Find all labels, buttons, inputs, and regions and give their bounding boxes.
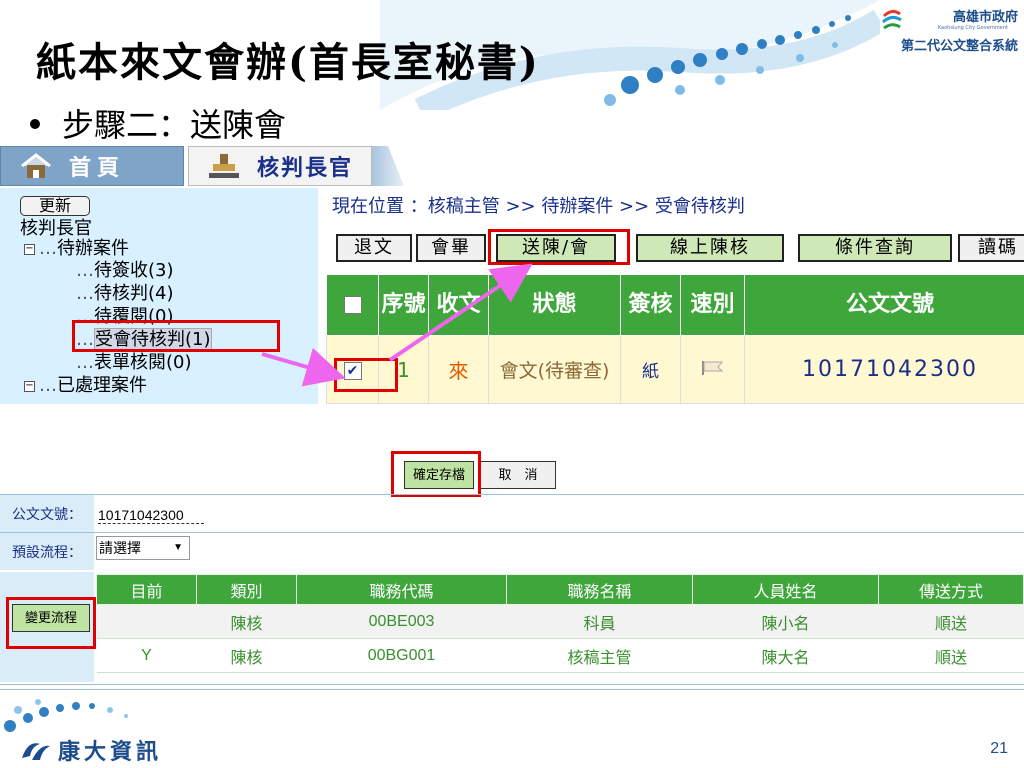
highlight-row-checkbox xyxy=(334,358,398,392)
table-row[interactable]: ✔ 1 來 會文(待審查) 紙 10171042300 xyxy=(326,335,1024,404)
cell-current: Y xyxy=(96,638,197,673)
highlight-consult-judge xyxy=(72,320,280,352)
tab-judge-label: 核判長官 xyxy=(257,156,354,181)
tree-connector: … xyxy=(76,352,94,373)
table-row[interactable]: Y 陳核 00BG001 核稿主管 陳大名 順送 xyxy=(96,638,1024,673)
company-logo: 康大資訊 xyxy=(18,734,162,766)
bullet-dot xyxy=(30,118,40,129)
cell-type: 陳核 xyxy=(196,604,297,639)
flow-select-value: 請選擇 xyxy=(99,540,141,556)
cell-current xyxy=(96,604,197,639)
flow-label: 預設流程： xyxy=(0,533,94,570)
doc-no-value: 10171042300 xyxy=(98,507,204,524)
highlight-save-button xyxy=(391,451,481,497)
slide-bullet: 步驟二：送陳會 xyxy=(30,100,286,146)
collapse-icon[interactable]: − xyxy=(24,243,35,255)
flow-header-row: 目前 類別 職務代碼 職務名稱 人員姓名 傳送方式 xyxy=(96,574,1024,605)
tree-connector: … xyxy=(76,260,94,281)
highlight-change-flow xyxy=(6,597,96,649)
cell-status: 會文(待審查) xyxy=(488,335,621,404)
cell-type: 陳核 xyxy=(196,638,297,673)
page-number: 21 xyxy=(990,740,1008,757)
select-all-checkbox[interactable] xyxy=(343,296,362,315)
company-name: 康大資訊 xyxy=(58,740,163,765)
tree-item-label: 待簽收(3) xyxy=(94,260,174,281)
refresh-button[interactable]: 更新 xyxy=(20,196,90,216)
col-sign: 簽核 xyxy=(620,273,681,337)
cell-post-name: 核稿主管 xyxy=(506,638,693,673)
tree-item-label: 表單核閱(0) xyxy=(94,352,192,373)
return-button[interactable]: 退文 xyxy=(336,234,412,262)
cell-post-name: 科員 xyxy=(506,604,693,639)
col-recv: 收文 xyxy=(428,273,489,337)
tab-judge[interactable]: 核判長官 xyxy=(188,146,372,186)
tab-bar: 首頁 核判長官 xyxy=(0,144,1024,188)
col-person: 人員姓名 xyxy=(692,574,879,605)
col-seq: 序號 xyxy=(378,273,429,337)
tree-connector: … xyxy=(39,238,57,259)
flow-select[interactable]: 請選擇 ▼ xyxy=(96,536,190,560)
cell-send-mode: 順送 xyxy=(878,604,1024,639)
tree-done-label: 已處理案件 xyxy=(57,375,147,396)
doc-no-text: 10171042300 xyxy=(98,507,204,524)
tab-edge xyxy=(372,146,404,186)
col-type: 類別 xyxy=(196,574,297,605)
col-send-mode: 傳送方式 xyxy=(878,574,1024,605)
cell-speed xyxy=(680,335,745,404)
tab-home[interactable]: 首頁 xyxy=(0,146,184,186)
col-status: 狀態 xyxy=(488,273,621,337)
stamp-icon xyxy=(209,154,239,178)
bullet-text: 步驟二：送陳會 xyxy=(62,106,287,144)
cell-post-code: 00BE003 xyxy=(296,604,507,639)
bottom-divider xyxy=(0,684,1024,690)
tree-connector: … xyxy=(39,375,57,396)
house-icon xyxy=(21,153,51,178)
cell-person: 陳小名 xyxy=(692,604,879,639)
select-all-header[interactable] xyxy=(326,273,379,337)
screenshot-inbox: 首頁 核判長官 更新 核判長官 − …待辦案件 …待簽收(3) …待核判(4) …… xyxy=(0,144,1024,404)
cell-sign: 紙 xyxy=(620,335,681,404)
cell-person: 陳大名 xyxy=(692,638,879,673)
tree-connector: … xyxy=(76,283,94,304)
main-panel: 現在位置 ：核稿主管 >> 待辦案件 >> 受會待核判 退文 會畢 送陳/會 線… xyxy=(318,188,1024,404)
kaohsiung-emblem-icon xyxy=(882,9,902,30)
col-speed: 速別 xyxy=(680,273,745,337)
kaohsiung-logo: 高雄市政府 Kaohsiung City Government 第二代公文整合系… xyxy=(858,6,1018,66)
read-code-button[interactable]: 讀碼 xyxy=(958,234,1024,262)
cell-send-mode: 順送 xyxy=(878,638,1024,673)
flow-table: 目前 類別 職務代碼 職務名稱 人員姓名 傳送方式 陳核 00BE003 科員 … xyxy=(96,574,1024,673)
company-swirl-icon xyxy=(22,743,50,760)
col-doc-no: 公文文號 xyxy=(744,273,1024,337)
online-approval-button[interactable]: 線上陳核 xyxy=(636,234,784,262)
condition-query-button[interactable]: 條件查詢 xyxy=(798,234,952,262)
collapse-icon[interactable]: − xyxy=(24,380,35,392)
pending-table: 序號 收文 狀態 簽核 速別 公文文號 ✔ 1 來 會文(待審查) 紙 1017… xyxy=(326,273,1024,404)
table-row[interactable]: 陳核 00BE003 科員 陳小名 順送 xyxy=(96,604,1024,639)
col-current: 目前 xyxy=(96,574,197,605)
flag-icon xyxy=(701,360,723,375)
sidebar-tree: 更新 核判長官 − …待辦案件 …待簽收(3) …待核判(4) …待覆閱(0) …… xyxy=(0,188,318,404)
highlight-send-button xyxy=(488,229,630,265)
slide-title: 紙本來文會辦(首長室秘書) xyxy=(36,39,540,86)
doc-no-label: 公文文號： xyxy=(0,495,94,532)
breadcrumb: 現在位置 ：核稿主管 >> 待辦案件 >> 受會待核判 xyxy=(332,196,745,217)
doc-no-row: 公文文號： 10171042300 xyxy=(0,494,1024,532)
cell-doc-no[interactable]: 10171042300 xyxy=(744,335,1024,404)
logo-system: 第二代公文整合系統 xyxy=(900,39,1018,54)
table-header-row: 序號 收文 狀態 簽核 速別 公文文號 xyxy=(326,273,1024,337)
col-post-code: 職務代碼 xyxy=(296,574,507,605)
flow-row: 預設流程： 請選擇 ▼ xyxy=(0,532,1024,570)
tab-home-label: 首頁 xyxy=(69,156,126,181)
cell-recv: 來 xyxy=(428,335,489,404)
dropdown-caret-icon: ▼ xyxy=(173,542,183,553)
cell-post-code: 00BG001 xyxy=(296,638,507,673)
cancel-button[interactable]: 取 消 xyxy=(480,461,556,489)
flow-form: 公文文號： 10171042300 預設流程： 請選擇 ▼ 變更流程 目前 類別 … xyxy=(0,494,1024,684)
col-post-name: 職務名稱 xyxy=(506,574,693,605)
consult-done-button[interactable]: 會畢 xyxy=(416,234,486,262)
tree-done-group[interactable]: − …已處理案件 xyxy=(24,371,147,397)
tree-item-label: 待核判(4) xyxy=(94,283,174,304)
